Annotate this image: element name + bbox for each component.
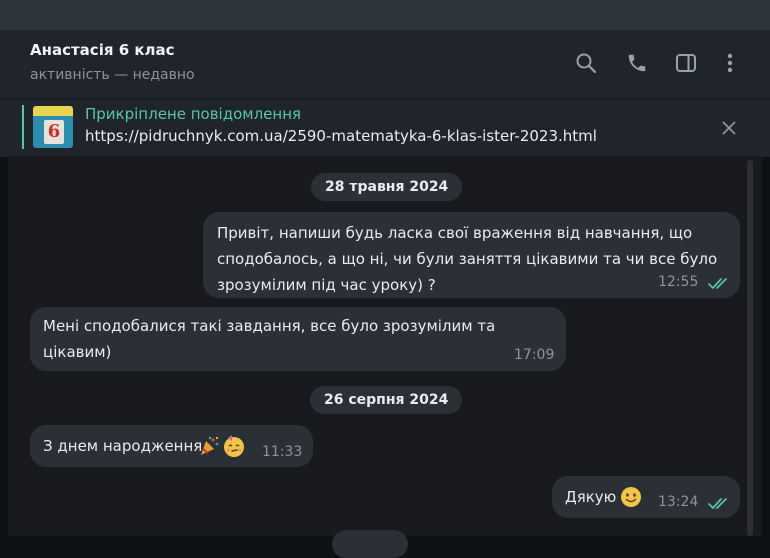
message-text-line: сподобалось, а що ні, чи були заняття ці… (217, 250, 718, 268)
message-text-line: зрозумілим під час уроку) ? (217, 276, 436, 294)
read-checkmarks-icon (708, 498, 727, 509)
window-top-strip (0, 0, 770, 30)
message-time: 11:33 (262, 444, 303, 460)
message-time: 12:55 (658, 274, 699, 290)
chat-status: активність — недавно (30, 67, 195, 83)
more-vertical-icon[interactable] (717, 50, 743, 76)
search-icon[interactable] (573, 50, 599, 76)
message-text: Дякую (565, 488, 617, 506)
date-separator-partial (332, 530, 408, 558)
partying-face-icon (224, 435, 244, 457)
sidebar-toggle-icon[interactable] (673, 50, 699, 76)
pinned-thumbnail-number: 6 (44, 120, 64, 144)
pinned-text[interactable]: https://pidruchnyk.com.ua/2590-matematyk… (85, 127, 597, 145)
pinned-label: Прикріплене повідомлення (85, 105, 302, 123)
read-checkmarks-icon (708, 278, 727, 289)
date-separator: 26 серпня 2024 (310, 386, 463, 414)
message-text-line: Мені сподобалися такі завдання, все було… (43, 317, 496, 335)
chat-title[interactable]: Анастасія 6 клас (30, 41, 175, 59)
slightly-smiling-face-icon (621, 487, 641, 507)
date-separator: 28 травня 2024 (311, 173, 463, 201)
pinned-accent-bar (22, 105, 24, 149)
chat-scrollbar[interactable] (747, 160, 753, 536)
incoming-message[interactable]: Мені сподобалися такі завдання, все було… (30, 307, 566, 371)
message-time: 17:09 (514, 347, 555, 363)
message-text: З днем народження (43, 437, 203, 455)
party-popper-icon (201, 436, 219, 455)
pinned-thumbnail: 6 (33, 106, 73, 148)
close-icon[interactable] (716, 115, 742, 141)
phone-icon[interactable] (624, 50, 650, 76)
message-text-line: цікавим) (43, 343, 112, 361)
message-text-line: Привіт, напиши будь ласка свої враження … (217, 224, 693, 242)
pinned-message-bar[interactable]: 6 Прикріплене повідомлення https://pidru… (0, 98, 770, 157)
chat-header: Анастасія 6 клас активність — недавно (0, 30, 770, 98)
message-time: 13:24 (658, 494, 699, 510)
